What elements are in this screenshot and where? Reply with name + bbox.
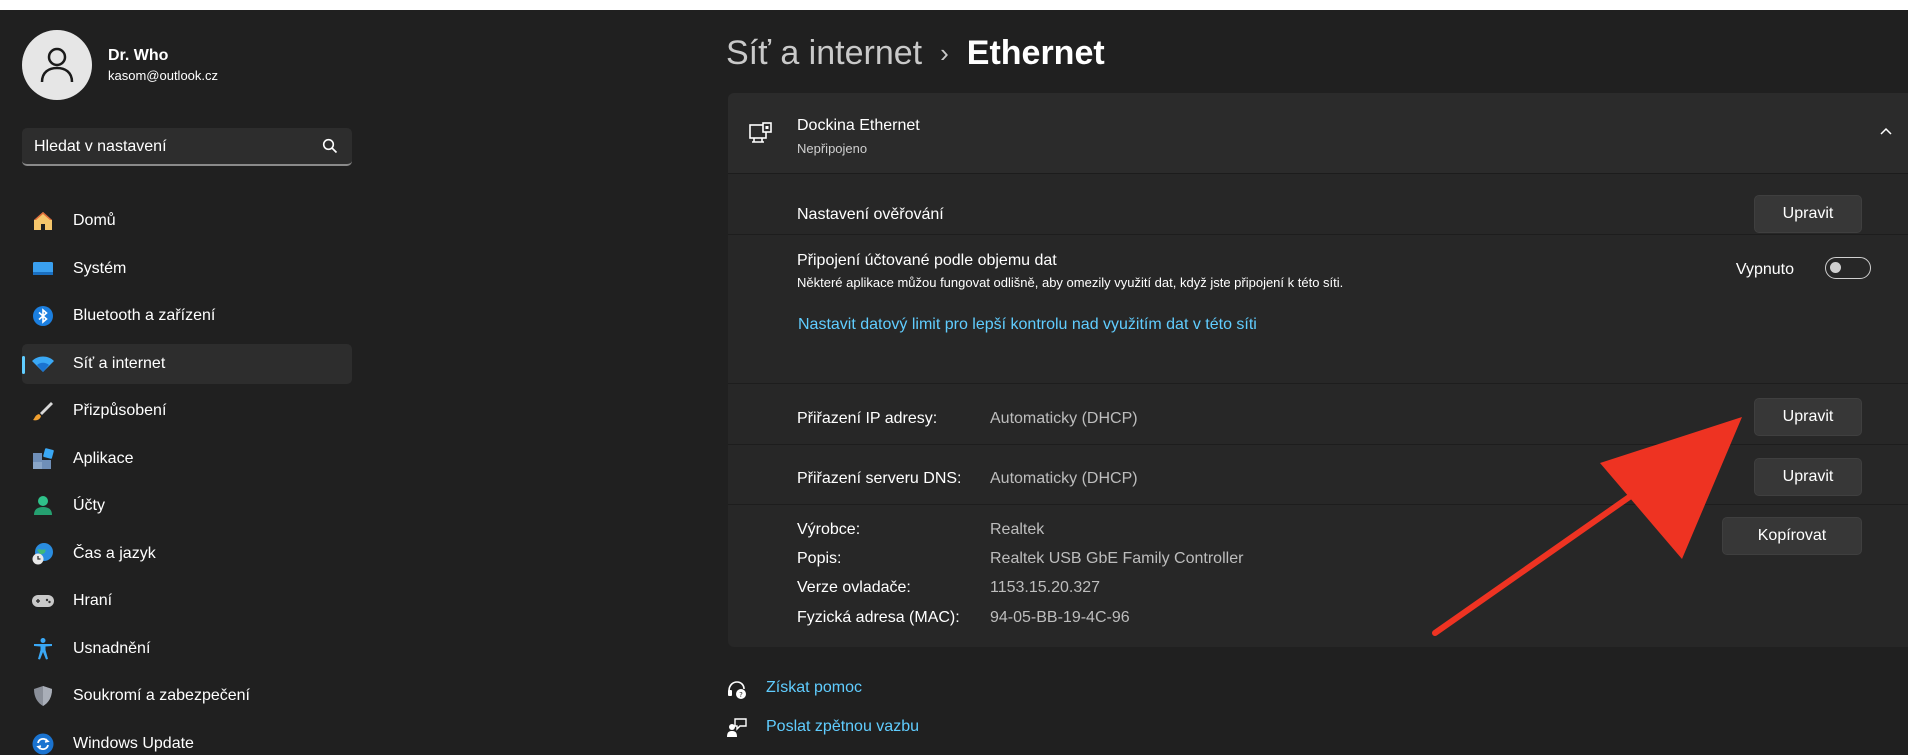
sidebar-item-label: Windows Update bbox=[73, 734, 194, 752]
metered-connection-title: Připojení účtované podle objemu dat bbox=[797, 252, 1057, 269]
home-icon bbox=[30, 208, 56, 234]
bluetooth-icon bbox=[30, 303, 56, 329]
globe-clock-icon bbox=[30, 541, 56, 567]
page-title: Ethernet bbox=[966, 33, 1105, 72]
ip-assignment-value: Automaticky (DHCP) bbox=[990, 410, 1138, 427]
sidebar-item-apps[interactable]: Aplikace bbox=[22, 439, 352, 479]
search-input[interactable] bbox=[22, 128, 316, 166]
sidebar-item-privacy[interactable]: Soukromí a zabezpečení bbox=[22, 676, 352, 716]
user-icon bbox=[30, 493, 56, 519]
profile-name: Dr. Who bbox=[108, 47, 169, 64]
sidebar-item-accounts[interactable]: Účty bbox=[22, 486, 352, 526]
metered-toggle[interactable] bbox=[1825, 257, 1871, 279]
sidebar-nav: Domů Systém Bluetooth a zařízení Síť a i… bbox=[22, 201, 352, 755]
sidebar-item-gaming[interactable]: Hraní bbox=[22, 581, 352, 621]
avatar bbox=[22, 30, 92, 100]
property-value: Realtek bbox=[990, 521, 1045, 538]
shield-icon bbox=[30, 683, 56, 709]
sidebar-item-network[interactable]: Síť a internet bbox=[22, 343, 352, 384]
help-icon: ? bbox=[728, 681, 746, 699]
sidebar-item-label: Systém bbox=[73, 259, 127, 277]
adapter-header[interactable]: Dockina Ethernet Nepřipojeno bbox=[728, 93, 1908, 174]
dns-assignment-value: Automaticky (DHCP) bbox=[990, 470, 1138, 487]
settings-search[interactable] bbox=[22, 128, 352, 166]
wifi-icon bbox=[30, 351, 56, 377]
send-feedback-link[interactable]: Poslat zpětnou vazbu bbox=[766, 718, 919, 736]
metered-toggle-state: Vypnuto bbox=[1735, 261, 1794, 278]
chevron-up-icon[interactable] bbox=[1878, 123, 1894, 139]
sidebar-item-accessibility[interactable]: Usnadnění bbox=[22, 629, 352, 669]
sidebar-item-system[interactable]: Systém bbox=[22, 249, 352, 289]
active-indicator bbox=[22, 355, 25, 374]
settings-window: Dr. Who kasom@outlook.cz Domů Systém bbox=[0, 10, 1908, 755]
sidebar-item-label: Soukromí a zabezpečení bbox=[73, 687, 250, 704]
sidebar-item-label: Bluetooth a zařízení bbox=[73, 307, 216, 324]
property-value: Realtek USB GbE Family Controller bbox=[990, 550, 1244, 567]
divider bbox=[728, 234, 1908, 235]
sidebar-item-personalization[interactable]: Přizpůsobení bbox=[22, 391, 352, 431]
user-profile[interactable]: Dr. Who kasom@outlook.cz bbox=[22, 30, 218, 100]
property-label: Fyzická adresa (MAC): bbox=[797, 609, 960, 626]
sidebar-item-label: Hraní bbox=[73, 592, 113, 609]
sidebar-item-windows-update[interactable]: Windows Update bbox=[22, 724, 352, 755]
data-limit-link[interactable]: Nastavit datový limit pro lepší kontrolu… bbox=[798, 316, 1257, 334]
edit-ip-button[interactable]: Upravit bbox=[1754, 398, 1862, 436]
toggle-knob bbox=[1830, 262, 1841, 273]
sidebar-item-label: Usnadnění bbox=[73, 639, 151, 657]
sidebar-item-label: Domů bbox=[73, 212, 116, 229]
edit-auth-button[interactable]: Upravit bbox=[1754, 195, 1862, 233]
sidebar-item-time-language[interactable]: Čas a jazyk bbox=[22, 534, 352, 574]
sidebar-item-label: Čas a jazyk bbox=[73, 544, 156, 562]
property-value: 1153.15.20.327 bbox=[990, 579, 1101, 596]
sidebar-item-label: Přizpůsobení bbox=[73, 402, 167, 419]
property-label: Výrobce: bbox=[797, 521, 861, 538]
svg-text:?: ? bbox=[739, 691, 743, 699]
dns-assignment-label: Přiřazení serveru DNS: bbox=[797, 470, 962, 487]
property-label: Popis: bbox=[797, 550, 842, 567]
monitor-icon bbox=[30, 256, 56, 282]
feedback-icon bbox=[727, 718, 747, 737]
apps-icon bbox=[30, 446, 56, 472]
get-help-link[interactable]: Získat pomoc bbox=[766, 679, 862, 697]
sidebar-item-label: Síť a internet bbox=[73, 354, 166, 372]
sidebar-item-home[interactable]: Domů bbox=[22, 201, 352, 241]
brush-icon bbox=[30, 398, 56, 424]
sidebar-item-label: Účty bbox=[73, 497, 105, 514]
person-icon bbox=[40, 47, 74, 83]
annotation-arrow bbox=[1432, 417, 1742, 636]
auth-settings-label: Nastavení ověřování bbox=[797, 206, 944, 223]
property-label: Verze ovladače: bbox=[797, 579, 911, 596]
ethernet-icon bbox=[749, 122, 772, 143]
accessibility-icon bbox=[30, 636, 56, 662]
adapter-status: Nepřipojeno bbox=[797, 141, 868, 156]
adapter-name: Dockina Ethernet bbox=[797, 117, 920, 134]
edit-dns-button[interactable]: Upravit bbox=[1754, 458, 1862, 496]
ip-assignment-label: Přiřazení IP adresy: bbox=[797, 410, 938, 427]
gamepad-icon bbox=[30, 588, 56, 614]
breadcrumb-separator: › bbox=[940, 37, 949, 68]
update-icon bbox=[30, 731, 56, 755]
profile-email: kasom@outlook.cz bbox=[108, 68, 219, 83]
sidebar-item-label: Aplikace bbox=[73, 449, 134, 467]
breadcrumb: Síť a internet › Ethernet bbox=[726, 28, 1105, 78]
sidebar-item-bluetooth[interactable]: Bluetooth a zařízení bbox=[22, 296, 352, 336]
property-value: 94-05-BB-19-4C-96 bbox=[990, 609, 1130, 626]
metered-connection-description: Některé aplikace můžou fungovat odlišně,… bbox=[797, 275, 1344, 290]
divider bbox=[728, 383, 1908, 384]
breadcrumb-parent[interactable]: Síť a internet bbox=[726, 34, 922, 73]
search-icon[interactable] bbox=[322, 138, 338, 154]
